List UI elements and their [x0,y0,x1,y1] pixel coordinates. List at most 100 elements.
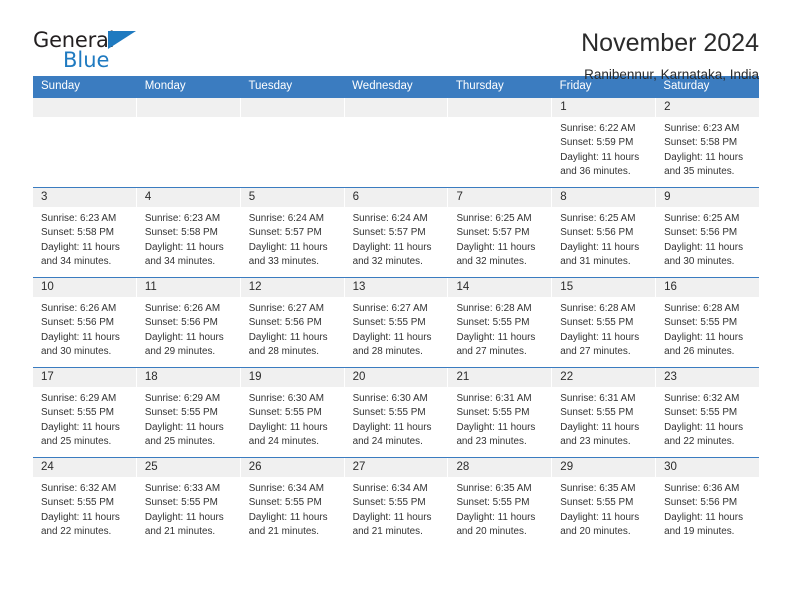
day-details: Sunrise: 6:32 AM Sunset: 5:55 PM Daylight:… [656,387,759,450]
day-number: 28 [448,458,552,477]
daylight-text: Daylight: 11 hours and 20 minutes. [560,511,640,538]
calendar-day-cell[interactable]: 30 Sunrise: 6:36 AM Sunset: 5:56 PM Dayligh… [656,458,760,547]
sunset-text: Sunset: 5:59 PM [560,137,634,149]
day-number: 24 [33,458,136,477]
calendar-day-cell[interactable]: 21 Sunrise: 6:31 AM Sunset: 5:55 PM Dayligh… [448,368,553,457]
weekday-header-tuesday: Tuesday [248,80,293,92]
day-details: Sunrise: 6:23 AM Sunset: 5:58 PM Daylight:… [33,207,136,270]
day-number: 9 [656,188,760,207]
calendar-day-cell[interactable]: 26 Sunrise: 6:34 AM Sunset: 5:55 PM Dayligh… [240,458,345,547]
calendar-day-cell[interactable]: 24 Sunrise: 6:32 AM Sunset: 5:55 PM Dayligh… [33,458,137,547]
calendar-day-cell[interactable]: 1 Sunrise: 6:22 AM Sunset: 5:59 PM Daylight… [552,98,657,187]
daylight-text: Daylight: 11 hours and 27 minutes. [560,331,640,358]
day-number: 23 [656,368,760,387]
calendar-day-cell[interactable]: 4 Sunrise: 6:23 AM Sunset: 5:58 PM Daylight… [136,188,241,277]
sunrise-text: Sunrise: 6:27 AM [352,303,428,314]
day-number: 21 [448,368,552,387]
calendar-day-cell-empty [448,98,553,187]
calendar-day-cell[interactable]: 12 Sunrise: 6:27 AM Sunset: 5:56 PM Dayligh… [240,278,345,367]
day-number: 14 [448,278,552,297]
daylight-text: Daylight: 11 hours and 33 minutes. [248,241,328,268]
sunrise-text: Sunrise: 6:23 AM [144,213,221,224]
calendar-day-cell[interactable]: 3 Sunrise: 6:23 AM Sunset: 5:58 PM Daylight… [33,188,137,277]
daylight-text: Daylight: 11 hours and 25 minutes. [144,421,224,448]
calendar-day-cell[interactable]: 5 Sunrise: 6:24 AM Sunset: 5:57 PM Daylight… [240,188,345,277]
calendar-day-cell[interactable]: 25 Sunrise: 6:33 AM Sunset: 5:55 PM Dayligh… [136,458,241,547]
daylight-text: Daylight: 11 hours and 34 minutes. [144,241,224,268]
day-details: Sunrise: 6:25 AM Sunset: 5:56 PM Daylight:… [656,207,759,270]
calendar-day-cell[interactable]: 17 Sunrise: 6:29 AM Sunset: 5:55 PM Dayligh… [33,368,137,457]
sunrise-text: Sunrise: 6:23 AM [664,123,740,134]
sunset-text: Sunset: 5:55 PM [144,407,218,419]
day-details: Sunrise: 6:23 AM Sunset: 5:58 PM Daylight:… [137,207,240,270]
calendar-day-cell[interactable]: 8 Sunrise: 6:25 AM Sunset: 5:56 PM Daylight… [552,188,657,277]
sunrise-text: Sunrise: 6:25 AM [456,213,532,224]
calendar-day-cell[interactable]: 13 Sunrise: 6:27 AM Sunset: 5:55 PM Dayligh… [344,278,449,367]
day-number: 8 [552,188,656,207]
sunrise-text: Sunrise: 6:31 AM [456,393,532,404]
daylight-text: Daylight: 11 hours and 22 minutes. [664,421,744,448]
day-details: Sunrise: 6:22 AM Sunset: 5:59 PM Daylight:… [552,117,655,180]
calendar-day-cell[interactable]: 6 Sunrise: 6:24 AM Sunset: 5:57 PM Daylight… [344,188,449,277]
calendar-day-cell[interactable]: 15 Sunrise: 6:28 AM Sunset: 5:55 PM Dayligh… [552,278,657,367]
sunrise-text: Sunrise: 6:30 AM [248,393,324,404]
sunset-text: Sunset: 5:55 PM [352,497,426,509]
generalblue-logo[interactable]: General Blue [33,30,153,76]
day-number [240,98,344,117]
daylight-text: Daylight: 11 hours and 35 minutes. [664,151,744,178]
day-number: 7 [448,188,552,207]
day-number: 3 [33,188,136,207]
daylight-text: Daylight: 11 hours and 26 minutes. [664,331,744,358]
calendar-day-cell[interactable]: 23 Sunrise: 6:32 AM Sunset: 5:55 PM Dayligh… [656,368,760,457]
calendar-day-cell[interactable]: 14 Sunrise: 6:28 AM Sunset: 5:55 PM Dayligh… [448,278,553,367]
day-details: Sunrise: 6:26 AM Sunset: 5:56 PM Daylight:… [137,297,240,360]
day-number: 17 [33,368,136,387]
calendar-day-cell[interactable]: 19 Sunrise: 6:30 AM Sunset: 5:55 PM Dayligh… [240,368,345,457]
calendar-day-cell[interactable]: 18 Sunrise: 6:29 AM Sunset: 5:55 PM Dayligh… [136,368,241,457]
sunset-text: Sunset: 5:56 PM [560,227,634,239]
calendar-day-cell[interactable]: 27 Sunrise: 6:34 AM Sunset: 5:55 PM Dayligh… [344,458,449,547]
day-details: Sunrise: 6:24 AM Sunset: 5:57 PM Daylight:… [345,207,448,270]
daylight-text: Daylight: 11 hours and 23 minutes. [456,421,536,448]
day-number: 2 [656,98,760,117]
calendar-week-row: 24 Sunrise: 6:32 AM Sunset: 5:55 PM Dayligh… [33,457,760,547]
daylight-text: Daylight: 11 hours and 30 minutes. [664,241,744,268]
calendar-day-cell[interactable]: 10 Sunrise: 6:26 AM Sunset: 5:56 PM Dayligh… [33,278,137,367]
calendar-day-cell[interactable]: 28 Sunrise: 6:35 AM Sunset: 5:55 PM Dayligh… [448,458,553,547]
sunrise-text: Sunrise: 6:24 AM [352,213,428,224]
daylight-text: Daylight: 11 hours and 25 minutes. [41,421,120,448]
calendar-day-cell[interactable]: 9 Sunrise: 6:25 AM Sunset: 5:56 PM Daylight… [656,188,760,277]
daylight-text: Daylight: 11 hours and 27 minutes. [456,331,536,358]
sunrise-text: Sunrise: 6:29 AM [41,393,117,404]
page-title: November 2024 [581,29,759,57]
day-details: Sunrise: 6:27 AM Sunset: 5:56 PM Daylight:… [241,297,344,360]
calendar-day-cell[interactable]: 11 Sunrise: 6:26 AM Sunset: 5:56 PM Dayligh… [136,278,241,367]
sunset-text: Sunset: 5:55 PM [248,497,322,509]
daylight-text: Daylight: 11 hours and 20 minutes. [456,511,536,538]
calendar-day-cell[interactable]: 16 Sunrise: 6:28 AM Sunset: 5:55 PM Dayligh… [656,278,760,367]
calendar-day-cell[interactable]: 29 Sunrise: 6:35 AM Sunset: 5:55 PM Dayligh… [552,458,657,547]
calendar-day-cell[interactable]: 22 Sunrise: 6:31 AM Sunset: 5:55 PM Dayligh… [552,368,657,457]
day-details: Sunrise: 6:35 AM Sunset: 5:55 PM Daylight:… [552,477,655,540]
day-number [33,98,136,117]
sunset-text: Sunset: 5:58 PM [664,137,738,149]
sunrise-text: Sunrise: 6:29 AM [144,393,221,404]
sunrise-text: Sunrise: 6:28 AM [664,303,740,314]
calendar-week-row: 1 Sunrise: 6:22 AM Sunset: 5:59 PM Daylight… [33,97,760,187]
calendar-day-cell[interactable]: 2 Sunrise: 6:23 AM Sunset: 5:58 PM Daylight… [656,98,760,187]
day-details: Sunrise: 6:34 AM Sunset: 5:55 PM Daylight:… [241,477,344,540]
weekday-header-saturday: Saturday [663,80,710,92]
day-number: 20 [344,368,448,387]
sunrise-text: Sunrise: 6:31 AM [560,393,636,404]
sunset-text: Sunset: 5:55 PM [664,407,738,419]
sunrise-text: Sunrise: 6:26 AM [41,303,117,314]
sunrise-text: Sunrise: 6:25 AM [664,213,740,224]
day-details: Sunrise: 6:36 AM Sunset: 5:56 PM Daylight:… [656,477,759,540]
day-details: Sunrise: 6:30 AM Sunset: 5:55 PM Daylight:… [241,387,344,450]
day-number: 25 [136,458,240,477]
calendar-day-cell[interactable]: 20 Sunrise: 6:30 AM Sunset: 5:55 PM Dayligh… [344,368,449,457]
calendar-day-cell[interactable]: 7 Sunrise: 6:25 AM Sunset: 5:57 PM Daylight… [448,188,553,277]
sunset-text: Sunset: 5:55 PM [41,407,115,419]
sunset-text: Sunset: 5:57 PM [352,227,426,239]
weekday-header-sunday: Sunday [41,80,81,92]
